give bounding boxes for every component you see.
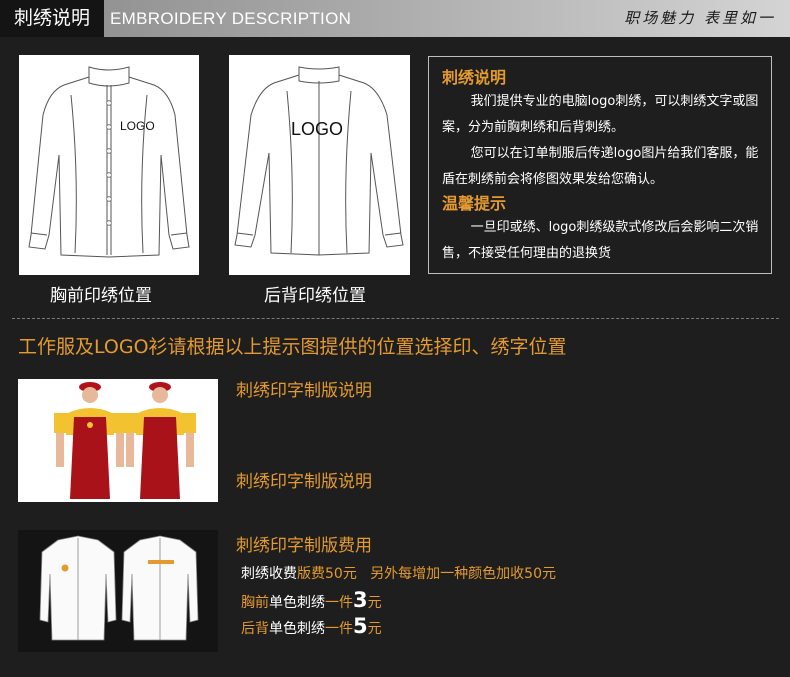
fee-chest-unit: 元: [367, 595, 382, 611]
header-slogan: 职场魅力 表里如一: [624, 9, 776, 27]
uniform-photo: [18, 379, 218, 502]
dashed-divider: [12, 318, 779, 319]
fee-line-1-label: 刺绣收费: [241, 566, 297, 582]
fee-line-3: 后背单色刺绣一件5元: [241, 614, 382, 638]
shirt-pair-image: [18, 530, 218, 652]
fee-chest-price: 3: [353, 588, 368, 612]
fee-line-2: 胸前单色刺绣一件3元: [241, 588, 382, 612]
fee-chest-label: 胸前: [241, 595, 269, 611]
fee-chest-per: 一件: [325, 595, 353, 611]
back-caption: 后背印绣位置: [264, 286, 366, 306]
header-title-en: EMBROIDERY DESCRIPTION: [110, 9, 352, 28]
section-title-2: 刺绣印字制版说明: [236, 472, 372, 492]
fee-back-price: 5: [353, 614, 368, 638]
front-shirt-image: LOGO: [19, 55, 199, 275]
description-para-2: 您可以在订单制服后传递logo图片给我们客服，能盾在刺绣前会将修图效果发给您确认…: [442, 146, 759, 187]
back-shirt-image: LOGO: [229, 55, 410, 275]
position-instruction: 工作服及LOGO衫请根据以上提示图提供的位置选择印、绣字位置: [18, 336, 567, 358]
tip-heading: 温馨提示: [442, 194, 507, 213]
header-title-cn: 刺绣说明: [0, 0, 104, 37]
front-shirt-drawing: [28, 66, 190, 258]
fee-back-label: 后背: [241, 621, 269, 637]
front-logo-mark: LOGO: [120, 119, 155, 133]
fee-back-type: 单色刺绣: [269, 621, 325, 637]
header-bar: 刺绣说明 EMBROIDERY DESCRIPTION 职场魅力 表里如一: [0, 0, 790, 37]
fee-plate-price: 版费50元: [297, 566, 357, 582]
front-caption: 胸前印绣位置: [50, 286, 152, 306]
fee-extra-color: 另外每增加一种颜色加收50元: [370, 566, 557, 582]
back-shirt-drawing: [234, 66, 404, 256]
back-logo-mark: LOGO: [291, 119, 344, 139]
section-title-1: 刺绣印字制版说明: [236, 381, 372, 401]
description-heading: 刺绣说明: [442, 68, 507, 87]
description-para-1: 我们提供专业的电脑logo刺绣，可以刺绣文字或图案，分为前胸刺绣和后背刺绣。: [442, 94, 759, 135]
fee-back-unit: 元: [367, 621, 382, 637]
embroidery-description-box: 刺绣说明 我们提供专业的电脑logo刺绣，可以刺绣文字或图案，分为前胸刺绣和后背…: [428, 56, 772, 274]
fee-chest-type: 单色刺绣: [269, 595, 325, 611]
fee-back-per: 一件: [325, 621, 353, 637]
tip-text: 一旦印或绣、logo刺绣级款式修改后会影响二次销售，不接受任何理由的退换货: [442, 220, 759, 261]
fee-line-1: 刺绣收费版费50元 另外每增加一种颜色加收50元: [241, 563, 556, 583]
shirt-pair-drawing: [39, 535, 199, 641]
section-title-3: 刺绣印字制版费用: [236, 536, 372, 556]
uniform-figures: [54, 382, 196, 499]
